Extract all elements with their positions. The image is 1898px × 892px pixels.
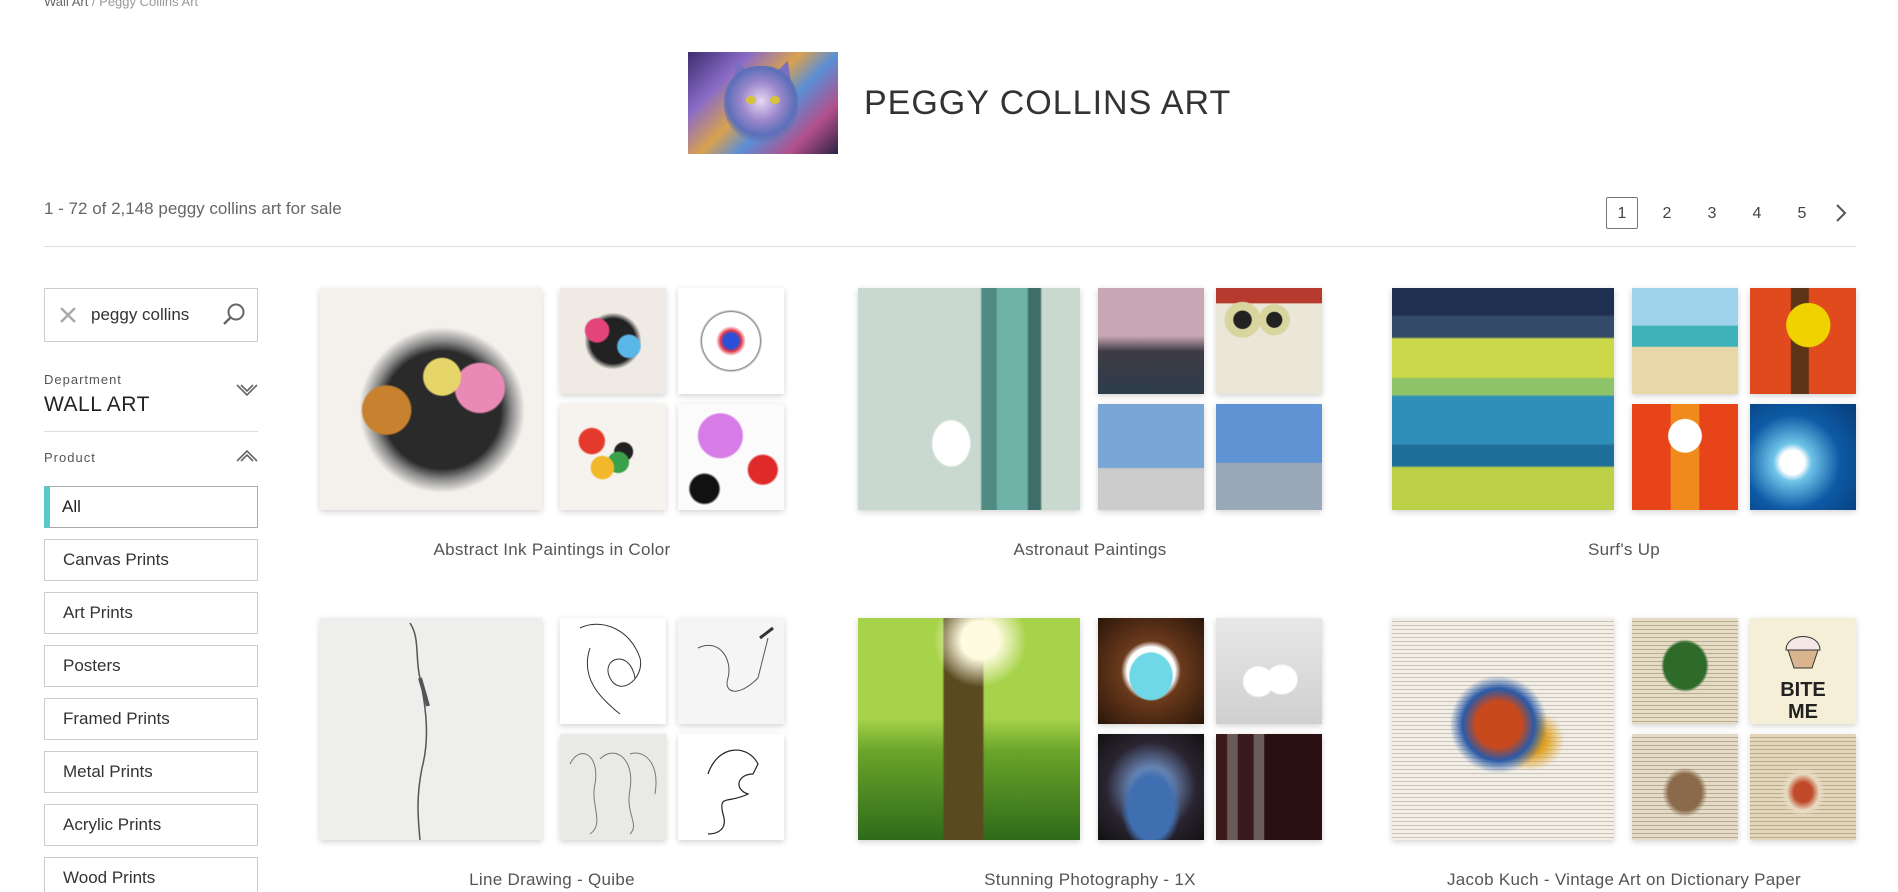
collection-card[interactable]: Line Drawing - Quibe: [320, 618, 784, 890]
line-drawing-art: [569, 752, 657, 835]
search-box: [44, 288, 258, 342]
product-option-art-prints[interactable]: Art Prints: [44, 592, 258, 634]
collection-image[interactable]: [1750, 288, 1856, 394]
product-option-all[interactable]: All: [44, 486, 258, 528]
product-option-acrylic-prints[interactable]: Acrylic Prints: [44, 804, 258, 846]
chevron-up-icon: [236, 449, 258, 462]
pagination: 1 2 3 4 5: [1593, 197, 1856, 229]
collection-image[interactable]: [1098, 288, 1204, 394]
collection-card[interactable]: Abstract Ink Paintings in Color: [320, 288, 784, 560]
page-link-5[interactable]: 5: [1786, 197, 1818, 229]
collection-card[interactable]: Surf's Up: [1392, 288, 1856, 560]
collection-image[interactable]: [1632, 288, 1738, 394]
collection-collage[interactable]: [320, 288, 784, 510]
page-link-1[interactable]: 1: [1606, 197, 1638, 229]
collection-card[interactable]: Stunning Photography - 1X: [858, 618, 1322, 890]
next-page-button[interactable]: [1826, 197, 1856, 229]
product-option-metal-prints[interactable]: Metal Prints: [44, 751, 258, 793]
search-input[interactable]: [91, 305, 211, 325]
collection-collage[interactable]: [1392, 288, 1856, 510]
search-button[interactable]: [211, 302, 257, 328]
line-drawing-art: [707, 749, 759, 835]
line-drawing-art: [409, 622, 430, 840]
collection-collage[interactable]: [320, 618, 784, 840]
collection-image[interactable]: [678, 404, 784, 510]
collection-image[interactable]: [1098, 404, 1204, 510]
chevron-right-icon: [1836, 204, 1847, 222]
collection-image[interactable]: [1098, 618, 1204, 724]
collection-image[interactable]: [1632, 734, 1738, 840]
line-drawing-art: [697, 626, 774, 692]
collection-title[interactable]: Line Drawing - Quibe: [320, 870, 784, 890]
department-label: Department: [44, 372, 122, 387]
collection-image[interactable]: [560, 288, 666, 394]
collection-image[interactable]: [560, 618, 666, 724]
collection-image[interactable]: [560, 734, 666, 840]
collection-image[interactable]: [1632, 404, 1738, 510]
artist-name-heading: PEGGY COLLINS ART: [864, 83, 1232, 122]
department-value: WALL ART: [44, 393, 150, 416]
product-option-framed-prints[interactable]: Framed Prints: [44, 698, 258, 740]
collection-image[interactable]: [1750, 734, 1856, 840]
breadcrumb-current: Peggy Collins Art: [99, 0, 199, 9]
collection-image[interactable]: [1098, 734, 1204, 840]
product-option-posters[interactable]: Posters: [44, 645, 258, 687]
collection-card[interactable]: Astronaut Paintings: [858, 288, 1322, 560]
collection-image[interactable]: [1216, 404, 1322, 510]
product-option-wood-prints[interactable]: Wood Prints: [44, 857, 258, 892]
collection-image[interactable]: [1632, 618, 1738, 724]
page-link-3[interactable]: 3: [1696, 197, 1728, 229]
collection-title[interactable]: Stunning Photography - 1X: [858, 870, 1322, 890]
collection-title[interactable]: Jacob Kuch - Vintage Art on Dictionary P…: [1392, 870, 1856, 890]
header-divider: [44, 246, 1856, 247]
collection-collage[interactable]: BITE ME: [1392, 618, 1856, 840]
product-filter-header[interactable]: Product: [44, 432, 258, 482]
collection-collage[interactable]: [858, 288, 1322, 510]
collection-image[interactable]: BITE ME: [1750, 618, 1856, 724]
collection-image[interactable]: [678, 618, 784, 724]
search-icon: [223, 303, 245, 325]
department-filter[interactable]: Department WALL ART: [44, 372, 258, 432]
collection-title[interactable]: Abstract Ink Paintings in Color: [320, 540, 784, 560]
product-label: Product: [44, 450, 96, 465]
chevron-down-icon: [236, 384, 258, 397]
product-options: All Canvas Prints Art Prints Posters Fra…: [44, 486, 258, 892]
collection-image[interactable]: [1392, 618, 1614, 840]
clear-search-button[interactable]: [45, 306, 91, 324]
bite-me-art: BITEME: [1780, 636, 1826, 723]
line-drawing-art: [579, 623, 642, 715]
artist-header: PEGGY COLLINS ART: [688, 52, 1231, 154]
breadcrumb-wall-art-link[interactable]: Wall Art: [44, 0, 88, 9]
collection-title[interactable]: Surf's Up: [1392, 540, 1856, 560]
collection-collage[interactable]: [858, 618, 1322, 840]
collection-image[interactable]: [678, 734, 784, 840]
collection-image[interactable]: [1216, 288, 1322, 394]
svg-text:BITE: BITE: [1780, 679, 1826, 701]
breadcrumb: Wall Art / Peggy Collins Art: [44, 0, 198, 9]
collection-image[interactable]: [320, 618, 542, 840]
filter-sidebar: Department WALL ART Product All Canvas P…: [44, 288, 258, 892]
results-count: 1 - 72 of 2,148 peggy collins art for sa…: [44, 199, 342, 218]
collection-image[interactable]: [1216, 618, 1322, 724]
collection-image[interactable]: [858, 288, 1080, 510]
breadcrumb-separator: /: [88, 0, 100, 9]
page-link-2[interactable]: 2: [1651, 197, 1683, 229]
collection-image[interactable]: [1216, 734, 1322, 840]
collection-image[interactable]: [1750, 404, 1856, 510]
collection-image[interactable]: [858, 618, 1080, 840]
collection-image[interactable]: [1392, 288, 1614, 510]
close-icon: [60, 307, 76, 323]
page-link-4[interactable]: 4: [1741, 197, 1773, 229]
artist-avatar-image[interactable]: [688, 52, 838, 154]
collection-title[interactable]: Astronaut Paintings: [858, 540, 1322, 560]
collection-image[interactable]: [678, 288, 784, 394]
collection-image[interactable]: [320, 288, 542, 510]
collection-card[interactable]: BITE ME Jacob Kuch - Vintage Art on Dicti…: [1392, 618, 1856, 890]
product-option-canvas-prints[interactable]: Canvas Prints: [44, 539, 258, 581]
collection-image[interactable]: [560, 404, 666, 510]
svg-text:ME: ME: [1788, 701, 1818, 723]
